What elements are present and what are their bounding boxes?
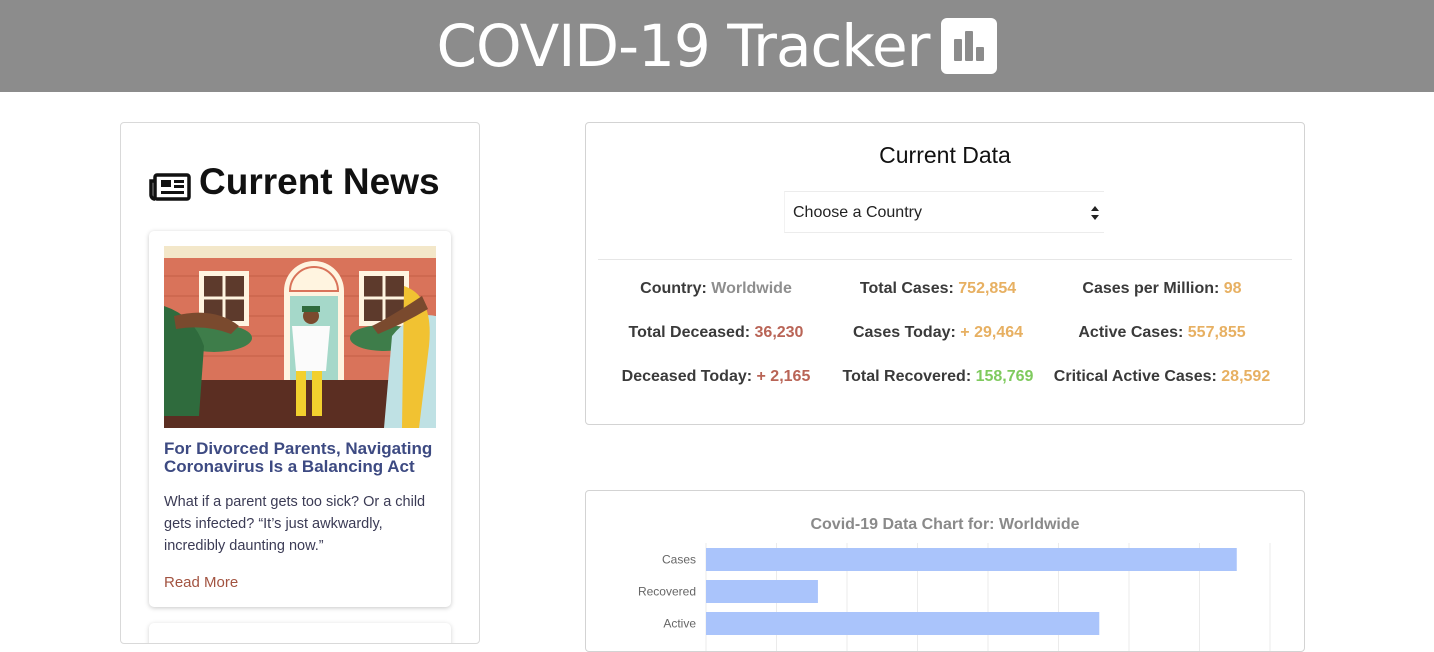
current-data-panel: Current Data Choose a Country Country: W… — [585, 122, 1305, 425]
news-card: For Divorced Parents, Navigating Coronav… — [149, 231, 451, 607]
tick-label-cases: Cases — [662, 553, 696, 567]
tick-label-recovered: Recovered — [638, 585, 696, 599]
stat-total-deceased: Total Deceased: 36,230 — [628, 324, 804, 341]
divider — [598, 259, 1292, 260]
bar-cases[interactable] — [706, 548, 1237, 571]
country-select-value: Choose a Country — [793, 204, 922, 221]
stat-deceased-today: Deceased Today: + 2,165 — [621, 368, 811, 385]
select-arrows-icon — [1090, 204, 1100, 222]
app-title: COVID-19 Tracker — [436, 12, 931, 80]
stat-cases-today: Cases Today: + 29,464 — [852, 324, 1024, 341]
bar-chart: Cases Recovered Active — [638, 543, 1271, 651]
stat-critical-active: Critical Active Cases: 28,592 — [1053, 368, 1271, 385]
stat-total-cases: Total Cases: 752,854 — [859, 280, 1017, 297]
stat-country: Country: Worldwide — [640, 280, 792, 297]
news-article-title[interactable]: For Divorced Parents, Navigating Coronav… — [164, 440, 439, 476]
newspaper-icon — [149, 168, 191, 201]
news-card — [149, 623, 451, 643]
stat-total-recovered: Total Recovered: 158,769 — [842, 368, 1034, 385]
tick-label-active: Active — [663, 617, 696, 631]
news-article-description: What if a parent gets too sick? Or a chi… — [164, 494, 426, 554]
stat-active-cases: Active Cases: 557,855 — [1078, 324, 1246, 341]
country-select[interactable]: Choose a Country — [784, 191, 1104, 233]
current-data-title: Current Data — [879, 142, 1011, 168]
news-panel: Current News For Divorced Parents, Navig… — [120, 122, 480, 644]
news-heading: Current News — [149, 161, 440, 203]
read-more-link[interactable]: Read More — [164, 574, 238, 591]
bar-chart-icon — [941, 18, 998, 74]
bar-recovered[interactable] — [706, 580, 818, 603]
app-header: COVID-19 Tracker — [0, 0, 1434, 92]
chart-panel: Covid-19 Data Chart for: Worldwide Cases… — [585, 490, 1305, 652]
news-heading-text: Current News — [199, 161, 440, 202]
news-image — [164, 246, 436, 428]
stat-cases-per-million: Cases per Million: 98 — [1082, 280, 1242, 297]
